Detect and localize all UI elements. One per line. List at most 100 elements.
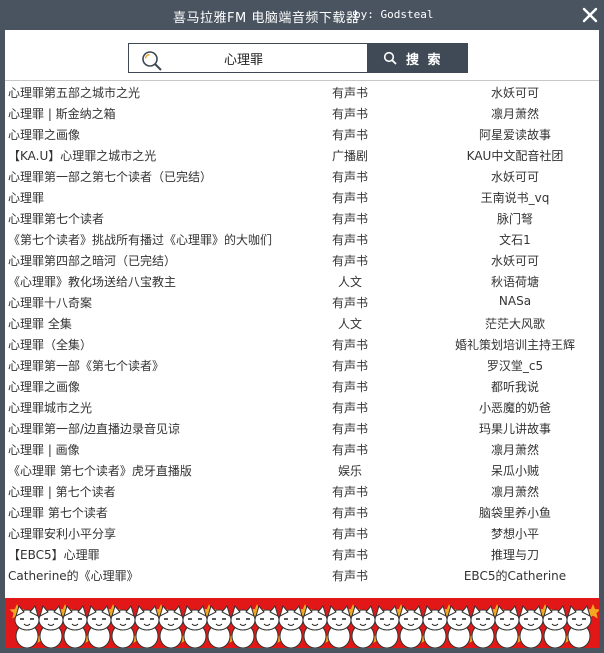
search-box — [128, 43, 368, 73]
result-author: 茫茫大风歌 — [484, 317, 545, 331]
result-row[interactable]: 《心理罪》教化场送给八宝教主 人文 秋语荷塘 — [5, 270, 599, 291]
cat-icon — [182, 604, 208, 648]
cat-icon — [86, 604, 112, 648]
result-category: 人文 — [337, 275, 362, 289]
search-button-icon — [383, 51, 397, 65]
close-button[interactable] — [580, 5, 600, 25]
result-category: 有声书 — [331, 212, 368, 226]
cat-banner-image — [9, 604, 599, 648]
result-row[interactable]: 心理罪第七个读者 有声书 脉门弩 — [5, 207, 599, 228]
cat-icon — [398, 604, 424, 648]
result-title: 心理罪十八奇案 — [8, 296, 93, 310]
cat-icon — [206, 604, 232, 648]
result-author: 文石1 — [499, 233, 531, 247]
result-category: 有声书 — [331, 170, 368, 184]
result-row[interactable]: 心理罪第一部之第七个读者（已完结） 有声书 水妖可可 — [5, 165, 599, 186]
result-row[interactable]: 心理罪第一部《第七个读者》 有声书 罗汉堂_c5 — [5, 354, 599, 375]
cat-icon — [110, 604, 136, 648]
cat-icon — [518, 604, 544, 648]
result-row[interactable]: 心理罪之画像 有声书 都听我说 — [5, 375, 599, 396]
footer-banner — [5, 598, 599, 648]
close-icon — [582, 7, 598, 23]
results-list: 心理罪第五部之城市之光 有声书 水妖可可 心理罪 | 斯金纳之箱 有声书 凛月萧然 心理罪之… — [5, 80, 599, 586]
result-category: 娱乐 — [337, 464, 362, 478]
result-row[interactable]: 心理罪 第七个读者 有声书 脑袋里养小鱼 — [5, 501, 599, 522]
result-author: KAU中文配音社团 — [466, 149, 564, 163]
result-row[interactable]: 心理罪十八奇案 有声书 NASa — [5, 291, 599, 312]
result-row[interactable]: 心理罪 | 画像 有声书 凛月萧然 — [5, 438, 599, 459]
cat-icon — [326, 604, 352, 648]
result-author: 水妖可可 — [490, 170, 539, 184]
result-author: 脉门弩 — [496, 212, 533, 226]
cat-icon — [14, 604, 40, 648]
cat-icon — [254, 604, 280, 648]
result-row[interactable]: 心理罪 全集 人文 茫茫大风歌 — [5, 312, 599, 333]
result-title: 【EBC5】心理罪 — [8, 548, 100, 562]
result-category: 有声书 — [331, 422, 368, 436]
result-category: 有声书 — [331, 401, 368, 415]
result-author: 呆瓜小贼 — [490, 464, 539, 478]
result-title: 心理罪之画像 — [8, 380, 81, 394]
result-row[interactable]: 【KA.U】心理罪之城市之光 广播剧 KAU中文配音社团 — [5, 144, 599, 165]
cat-icon — [302, 604, 328, 648]
result-title: 心理罪第五部之城市之光 — [8, 86, 141, 100]
cat-icon — [62, 604, 88, 648]
result-row[interactable]: 心理罪 | 斯金纳之箱 有声书 凛月萧然 — [5, 102, 599, 123]
result-title: 心理罪第四部之暗河（已完结） — [8, 254, 177, 268]
search-bar: 搜 索 — [128, 43, 468, 73]
result-title: 心理罪第七个读者 — [8, 212, 105, 226]
result-category: 有声书 — [331, 506, 368, 520]
result-author: 王南说书_vq — [480, 191, 550, 205]
result-row[interactable]: 心理罪第四部之暗河（已完结） 有声书 水妖可可 — [5, 249, 599, 270]
result-row[interactable]: 心理罪安利小平分享 有声书 梦想小平 — [5, 522, 599, 543]
result-title: 心理罪第一部《第七个读者》 — [8, 359, 165, 373]
cat-icon — [374, 604, 400, 648]
result-title: 心理罪第一部之第七个读者（已完结） — [8, 170, 213, 184]
cat-icon — [350, 604, 376, 648]
result-row[interactable]: 心理罪（全集） 有声书 婚礼策划培训主持王辉 — [5, 333, 599, 354]
result-category: 有声书 — [331, 296, 368, 310]
result-row[interactable]: 【EBC5】心理罪 有声书 推理与刀 — [5, 543, 599, 564]
result-category: 有声书 — [331, 107, 368, 121]
search-input[interactable] — [169, 47, 359, 69]
result-row[interactable]: 《第七个读者》挑战所有播过《心理罪》的大咖们 有声书 文石1 — [5, 228, 599, 249]
result-row[interactable]: 心理罪 | 第七个读者 有声书 凛月萧然 — [5, 480, 599, 501]
result-category: 有声书 — [331, 338, 368, 352]
result-category: 有声书 — [331, 233, 368, 247]
result-category: 广播剧 — [331, 149, 368, 163]
result-author: 凛月萧然 — [490, 485, 539, 499]
result-category: 有声书 — [331, 86, 368, 100]
result-category: 有声书 — [331, 548, 368, 562]
search-button[interactable]: 搜 索 — [368, 43, 468, 73]
result-category: 有声书 — [331, 359, 368, 373]
cat-icon — [566, 604, 592, 648]
result-row[interactable]: 心理罪城市之光 有声书 小恶魔的奶爸 — [5, 396, 599, 417]
search-button-label: 搜 索 — [406, 53, 443, 68]
result-row[interactable]: 心理罪第一部/边直播边录音见谅 有声书 玛果儿讲故事 — [5, 417, 599, 438]
result-title: 心理罪 | 画像 — [8, 443, 80, 457]
result-author: 水妖可可 — [490, 86, 539, 100]
result-title: 【KA.U】心理罪之城市之光 — [8, 149, 157, 163]
result-row[interactable]: 心理罪之画像 有声书 阿星爱读故事 — [5, 123, 599, 144]
result-author: 脑袋里养小鱼 — [478, 506, 551, 520]
result-author: 阿星爱读故事 — [478, 128, 551, 142]
result-title: 心理罪 | 斯金纳之箱 — [8, 107, 116, 121]
result-category: 有声书 — [331, 128, 368, 142]
result-category: 有声书 — [331, 191, 368, 205]
cat-icon — [470, 604, 496, 648]
cat-icon — [230, 604, 256, 648]
result-category: 有声书 — [331, 569, 368, 583]
result-category: 有声书 — [331, 254, 368, 268]
result-category: 有声书 — [331, 380, 368, 394]
result-author: 罗汉堂_c5 — [486, 359, 544, 373]
cat-icon — [278, 604, 304, 648]
result-row[interactable]: 心理罪第五部之城市之光 有声书 水妖可可 — [5, 81, 599, 102]
result-title: 心理罪（全集） — [8, 338, 93, 352]
result-author: EBC5的Catherine — [463, 569, 567, 583]
search-icon — [142, 51, 162, 71]
result-row[interactable]: Catherine的《心理罪》 有声书 EBC5的Catherine — [5, 564, 599, 585]
result-row[interactable]: 心理罪 有声书 王南说书_vq — [5, 186, 599, 207]
result-author: 秋语荷塘 — [490, 275, 539, 289]
result-row[interactable]: 《心理罪 第七个读者》虎牙直播版 娱乐 呆瓜小贼 — [5, 459, 599, 480]
result-author: 婚礼策划培训主持王辉 — [454, 338, 575, 352]
